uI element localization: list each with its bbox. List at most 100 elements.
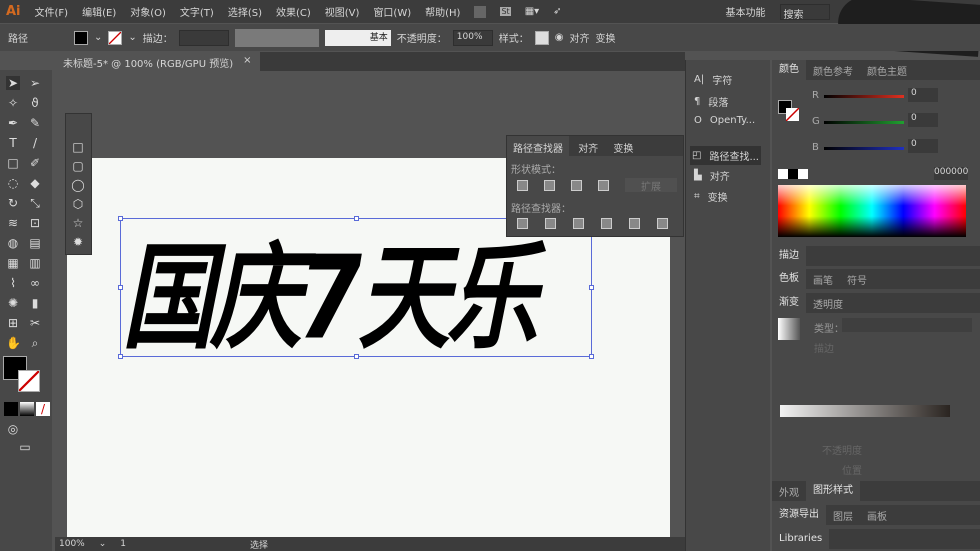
tab-libraries[interactable]: Libraries bbox=[772, 529, 830, 549]
none-mode-icon[interactable]: / bbox=[36, 402, 50, 416]
red-slider[interactable] bbox=[824, 95, 904, 98]
screen-mode-icon[interactable]: ▭ bbox=[18, 440, 32, 454]
crop-icon[interactable] bbox=[601, 218, 612, 229]
color-spectrum[interactable] bbox=[778, 185, 966, 237]
tab-layers[interactable]: 图层 bbox=[826, 508, 860, 523]
red-input[interactable]: 0 bbox=[908, 88, 938, 102]
ellipse-icon[interactable]: ◯ bbox=[71, 178, 85, 192]
pen-tool-icon[interactable]: ✒ bbox=[6, 116, 20, 130]
resize-handle[interactable] bbox=[354, 354, 359, 359]
tab-appearance[interactable]: 外观 bbox=[772, 484, 806, 499]
mesh-icon[interactable]: ▦ bbox=[6, 256, 20, 270]
graph-icon[interactable]: ▮ bbox=[28, 296, 42, 310]
document-tab[interactable]: 未标题-5* @ 100% (RGB/GPU 预览) × bbox=[55, 52, 260, 71]
menu-select[interactable]: 选择(S) bbox=[228, 4, 262, 19]
expand-button[interactable]: 扩展 bbox=[625, 178, 677, 193]
stroke-swatch[interactable] bbox=[108, 30, 123, 45]
arrange-icon[interactable]: ▦▾ bbox=[525, 6, 539, 17]
menu-type[interactable]: 文字(T) bbox=[180, 4, 214, 19]
tab-transparency[interactable]: 透明度 bbox=[806, 296, 850, 311]
selection-bounding-box[interactable] bbox=[118, 216, 594, 359]
panel-align[interactable]: ▙ 对齐 bbox=[694, 168, 730, 183]
align-link[interactable]: 对齐 bbox=[570, 30, 590, 45]
chevron-down-icon[interactable]: ⌄ bbox=[94, 32, 102, 43]
tab-align[interactable]: 对齐 bbox=[572, 136, 604, 159]
workspace-switcher[interactable]: 基本功能 bbox=[726, 4, 766, 19]
stroke-color[interactable] bbox=[18, 370, 40, 392]
recolor-icon[interactable]: ◉ bbox=[555, 32, 564, 43]
rotate-icon[interactable]: ↻ bbox=[6, 196, 20, 210]
tab-symbols[interactable]: 符号 bbox=[840, 272, 874, 287]
rectangle-tool-icon[interactable]: □ bbox=[6, 156, 20, 170]
menu-file[interactable]: 文件(F) bbox=[35, 4, 69, 19]
green-slider[interactable] bbox=[824, 121, 904, 124]
resize-handle[interactable] bbox=[118, 285, 123, 290]
slice-icon[interactable]: ✂ bbox=[28, 316, 42, 330]
tab-pathfinder[interactable]: 路径查找器 bbox=[507, 136, 569, 159]
gradient-mode-icon[interactable] bbox=[20, 402, 34, 416]
panel-transform[interactable]: ⌗ 变换 bbox=[694, 189, 728, 204]
type-tool-icon[interactable]: T bbox=[6, 136, 20, 150]
artboard-tool-icon[interactable]: ⊞ bbox=[6, 316, 20, 330]
menu-object[interactable]: 对象(O) bbox=[130, 4, 166, 19]
panel-opentype[interactable]: O OpenTy... bbox=[694, 115, 755, 126]
color-stroke-swatch[interactable] bbox=[786, 108, 799, 121]
star-icon[interactable]: ☆ bbox=[71, 216, 85, 230]
search-input[interactable]: 搜索 bbox=[779, 3, 830, 21]
gradient-slider[interactable] bbox=[780, 405, 950, 417]
draw-mode-icon[interactable]: ◎ bbox=[6, 422, 20, 436]
unite-icon[interactable] bbox=[517, 180, 528, 191]
blue-slider[interactable] bbox=[824, 147, 904, 150]
tab-color[interactable]: 颜色 bbox=[772, 60, 806, 80]
minus-back-icon[interactable] bbox=[657, 218, 668, 229]
menu-help[interactable]: 帮助(H) bbox=[425, 4, 460, 19]
shape-builder-icon[interactable]: ◍ bbox=[6, 236, 20, 250]
artboard-number[interactable]: 1 bbox=[120, 539, 126, 549]
stock-icon[interactable]: St bbox=[500, 7, 511, 16]
tab-swatches[interactable]: 色板 bbox=[772, 269, 806, 289]
hex-input[interactable]: 000000 bbox=[934, 167, 968, 180]
free-transform-icon[interactable]: ⊡ bbox=[28, 216, 42, 230]
tab-transform[interactable]: 变换 bbox=[607, 136, 639, 159]
outline-icon[interactable] bbox=[629, 218, 640, 229]
fill-swatch[interactable] bbox=[74, 30, 88, 45]
magic-wand-icon[interactable]: ✧ bbox=[6, 96, 20, 110]
tab-brushes[interactable]: 画笔 bbox=[806, 272, 840, 287]
transform-link[interactable]: 变换 bbox=[596, 30, 616, 45]
line-tool-icon[interactable]: / bbox=[28, 136, 42, 150]
symbol-sprayer-icon[interactable]: ✺ bbox=[6, 296, 20, 310]
zoom-level[interactable]: 100% bbox=[59, 539, 85, 549]
blend-icon[interactable]: ∞ bbox=[28, 276, 42, 290]
divide-icon[interactable] bbox=[517, 218, 528, 229]
stroke-weight-input[interactable] bbox=[178, 29, 229, 46]
rounded-rectangle-icon[interactable]: ▢ bbox=[71, 159, 85, 173]
menu-window[interactable]: 窗口(W) bbox=[373, 4, 411, 19]
width-tool-icon[interactable]: ≋ bbox=[6, 216, 20, 230]
zoom-icon[interactable]: ⌕ bbox=[28, 336, 42, 350]
scale-icon[interactable]: ⤡ bbox=[28, 196, 42, 210]
eyedropper-icon[interactable]: ⌇ bbox=[6, 276, 20, 290]
resize-handle[interactable] bbox=[589, 354, 594, 359]
rectangle-icon[interactable]: □ bbox=[71, 140, 85, 154]
flare-icon[interactable]: ✹ bbox=[71, 235, 85, 249]
tab-artboards[interactable]: 画板 bbox=[860, 508, 894, 523]
bridge-icon[interactable] bbox=[474, 5, 487, 18]
resize-handle[interactable] bbox=[354, 216, 359, 221]
green-input[interactable]: 0 bbox=[908, 113, 938, 127]
gpu-icon[interactable]: ➶ bbox=[553, 6, 561, 17]
variable-width-profile[interactable] bbox=[234, 28, 319, 47]
merge-icon[interactable] bbox=[573, 218, 584, 229]
hand-icon[interactable]: ✋ bbox=[6, 336, 21, 350]
chevron-down-icon[interactable]: ⌄ bbox=[128, 32, 136, 43]
tab-color-themes[interactable]: 颜色主题 bbox=[860, 63, 914, 78]
gradient-tool-icon[interactable]: ▥ bbox=[28, 256, 42, 270]
resize-handle[interactable] bbox=[118, 216, 123, 221]
close-icon[interactable]: × bbox=[243, 55, 251, 68]
exclude-icon[interactable] bbox=[598, 180, 609, 191]
tab-stroke[interactable]: 描边 bbox=[772, 246, 806, 266]
gradient-type-select[interactable] bbox=[842, 318, 972, 332]
gradient-preview[interactable] bbox=[778, 318, 800, 340]
panel-paragraph[interactable]: ¶ 段落 bbox=[694, 94, 728, 109]
blue-input[interactable]: 0 bbox=[908, 139, 938, 153]
menu-view[interactable]: 视图(V) bbox=[325, 4, 360, 19]
